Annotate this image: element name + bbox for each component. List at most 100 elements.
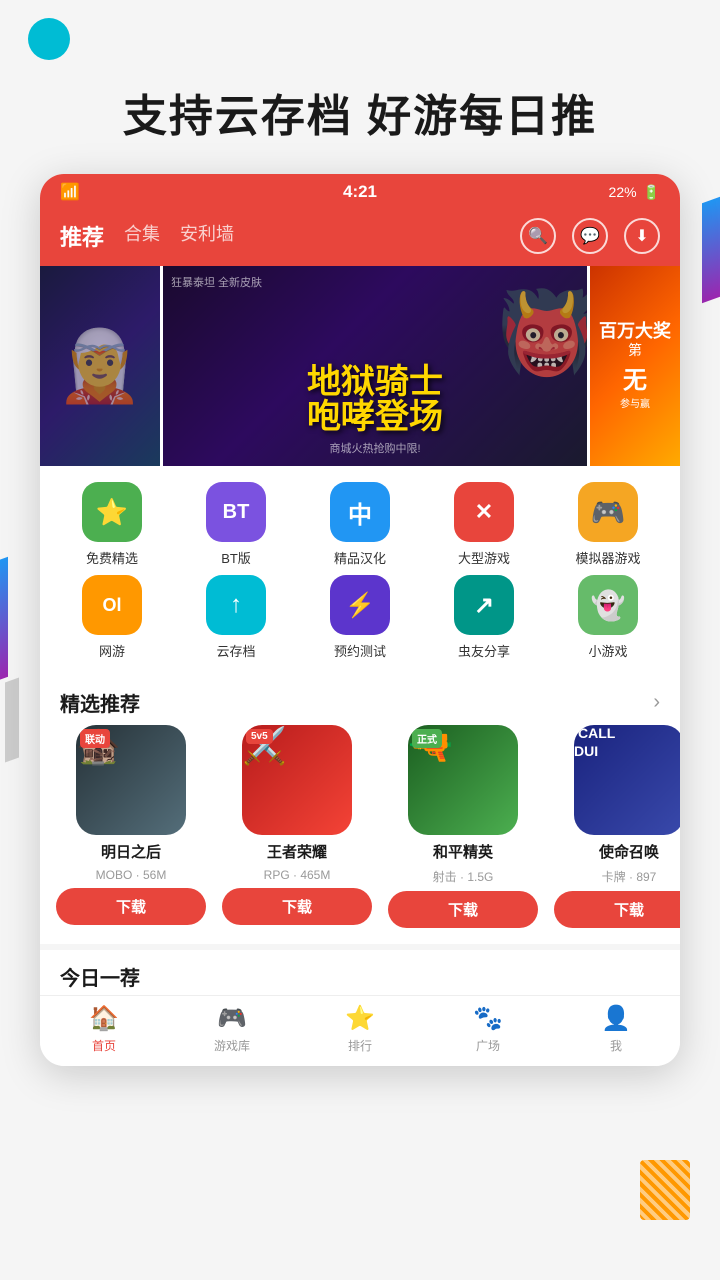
battery-icon: 🔋 (643, 184, 660, 201)
bottom-nav-rank[interactable]: ⭐ 排行 (320, 1004, 400, 1054)
status-time: 4:21 (343, 182, 377, 202)
main-content: ⭐ 免费精选 BT BT版 中 精品汉化 ✕ 大型游戏 🎮 模拟器游戏 (40, 466, 680, 995)
category-row-2: Ol 网游 ↑ 云存档 ⚡ 预约测试 ↗ 虫友分享 👻 小游戏 (50, 575, 670, 660)
download-icon: ⬇ (635, 226, 648, 246)
blue-circle-decor (28, 18, 70, 60)
library-label: 游戏库 (214, 1037, 250, 1054)
bottom-nav-home[interactable]: 🏠 首页 (64, 1004, 144, 1054)
download-button[interactable]: ⬇ (624, 218, 660, 254)
banner-area: 🧝 狂暴泰坦 全新皮肤 地狱骑士咆哮登场 商城火热抢购中限! 👹 百万大奖 第 … (40, 266, 680, 466)
download-btn-1[interactable]: 下载 (56, 888, 206, 925)
download-btn-3[interactable]: 下载 (388, 891, 538, 928)
library-icon: 🎮 (217, 1004, 247, 1033)
hero-text: 支持云存档 好游每日推 (0, 0, 720, 174)
banner-left-image: 🧝 (56, 331, 143, 401)
home-label: 首页 (92, 1037, 116, 1054)
home-icon: 🏠 (89, 1004, 119, 1033)
search-button[interactable]: 🔍 (520, 218, 556, 254)
game-name-2: 王者荣耀 (267, 841, 327, 862)
partial-title: 今日一荐 (60, 968, 140, 990)
game-icon-4: CALLDUI (574, 725, 680, 835)
category-free[interactable]: ⭐ 免费精选 (62, 482, 162, 567)
bottom-nav: 🏠 首页 🎮 游戏库 ⭐ 排行 🐾 广场 👤 我 (40, 995, 680, 1066)
search-icon: 🔍 (528, 226, 548, 246)
category-mini[interactable]: 👻 小游戏 (558, 575, 658, 660)
banner-right-content: 百万大奖 第 无 参与赢 (593, 316, 677, 416)
category-large-icon: ✕ (454, 482, 514, 542)
category-bt-label: BT版 (221, 548, 251, 567)
nav-tab-recommend[interactable]: 推荐 (60, 220, 104, 252)
game-item-4: CALLDUI 使命召唤 卡牌 · 897 下载 (554, 725, 680, 928)
category-cloud[interactable]: ↑ 云存档 (186, 575, 286, 660)
battery-text: 22% (609, 184, 637, 200)
category-online-icon: Ol (82, 575, 142, 635)
banner-monster: 👹 (497, 286, 587, 380)
game-name-3: 和平精英 (433, 841, 493, 862)
plaza-label: 广场 (476, 1037, 500, 1054)
category-test-icon: ⚡ (330, 575, 390, 635)
category-bt[interactable]: BT BT版 (186, 482, 286, 567)
nav-tab-collection[interactable]: 合集 (124, 220, 160, 252)
category-large[interactable]: ✕ 大型游戏 (434, 482, 534, 567)
category-section: ⭐ 免费精选 BT BT版 中 精品汉化 ✕ 大型游戏 🎮 模拟器游戏 (40, 466, 680, 676)
game-item-1: 🏚️ 联动 明日之后 MOBO · 56M 下载 (56, 725, 206, 928)
nav-bar: 推荐 合集 安利墙 🔍 💬 ⬇ (40, 210, 680, 266)
category-mini-label: 小游戏 (588, 641, 627, 660)
category-chinese-label: 精品汉化 (334, 548, 386, 567)
banner-sub-text: 商城火热抢购中限! (163, 440, 587, 456)
category-online-label: 网游 (99, 641, 125, 660)
category-bt-icon: BT (206, 482, 266, 542)
me-icon: 👤 (601, 1004, 631, 1033)
category-row-1: ⭐ 免费精选 BT BT版 中 精品汉化 ✕ 大型游戏 🎮 模拟器游戏 (50, 482, 670, 567)
banner-right[interactable]: 百万大奖 第 无 参与赢 (590, 266, 680, 466)
game-char-4: CALLDUI (574, 725, 615, 763)
game-name-4: 使命召唤 (599, 841, 659, 862)
category-emulator-label: 模拟器游戏 (575, 548, 640, 567)
banner-left[interactable]: 🧝 (40, 266, 160, 466)
category-test[interactable]: ⚡ 预约测试 (310, 575, 410, 660)
download-btn-4[interactable]: 下载 (554, 891, 680, 928)
category-free-icon: ⭐ (82, 482, 142, 542)
category-emulator[interactable]: 🎮 模拟器游戏 (558, 482, 658, 567)
wifi-icon: 📶 (60, 182, 80, 202)
plaza-icon: 🐾 (473, 1004, 503, 1033)
game-name-1: 明日之后 (101, 841, 161, 862)
download-btn-2[interactable]: 下载 (222, 888, 372, 925)
message-icon: 💬 (580, 226, 600, 246)
game-badge-1: 联动 (80, 729, 110, 748)
game-icon-1: 🏚️ 联动 (76, 725, 186, 835)
banner-center-top-text: 狂暴泰坦 全新皮肤 (171, 274, 262, 290)
game-icon-3: 🔫 正式 (408, 725, 518, 835)
me-label: 我 (610, 1037, 622, 1054)
bottom-nav-library[interactable]: 🎮 游戏库 (192, 1004, 272, 1054)
game-item-2: ⚔️ 5v5 王者荣耀 RPG · 465M 下载 (222, 725, 372, 928)
bottom-nav-plaza[interactable]: 🐾 广场 (448, 1004, 528, 1054)
category-chinese-icon: 中 (330, 482, 390, 542)
game-meta-4: 卡牌 · 897 (602, 868, 657, 885)
category-chinese[interactable]: 中 精品汉化 (310, 482, 410, 567)
featured-header: 精选推荐 › (40, 676, 680, 725)
partial-section: 今日一荐 (40, 944, 680, 995)
category-online[interactable]: Ol 网游 (62, 575, 162, 660)
status-left: 📶 (60, 182, 80, 202)
status-right: 22% 🔋 (609, 184, 660, 201)
category-free-label: 免费精选 (86, 548, 138, 567)
category-share[interactable]: ↗ 虫友分享 (434, 575, 534, 660)
nav-tab-recommend-wall[interactable]: 安利墙 (180, 220, 234, 252)
blue-stripe-left-decor (0, 557, 8, 684)
category-large-label: 大型游戏 (458, 548, 510, 567)
game-meta-1: MOBO · 56M (96, 868, 167, 882)
bottom-right-decor (640, 1160, 690, 1220)
game-item-3: 🔫 正式 和平精英 射击 · 1.5G 下载 (388, 725, 538, 928)
message-button[interactable]: 💬 (572, 218, 608, 254)
game-icon-2: ⚔️ 5v5 (242, 725, 352, 835)
rank-icon: ⭐ (345, 1004, 375, 1033)
banner-center[interactable]: 狂暴泰坦 全新皮肤 地狱骑士咆哮登场 商城火热抢购中限! 👹 (163, 266, 587, 466)
featured-title: 精选推荐 (60, 688, 140, 717)
category-emulator-icon: 🎮 (578, 482, 638, 542)
featured-more[interactable]: › (653, 691, 660, 714)
game-badge-3: 正式 (412, 729, 442, 748)
bottom-nav-me[interactable]: 👤 我 (576, 1004, 656, 1054)
category-cloud-icon: ↑ (206, 575, 266, 635)
category-mini-icon: 👻 (578, 575, 638, 635)
